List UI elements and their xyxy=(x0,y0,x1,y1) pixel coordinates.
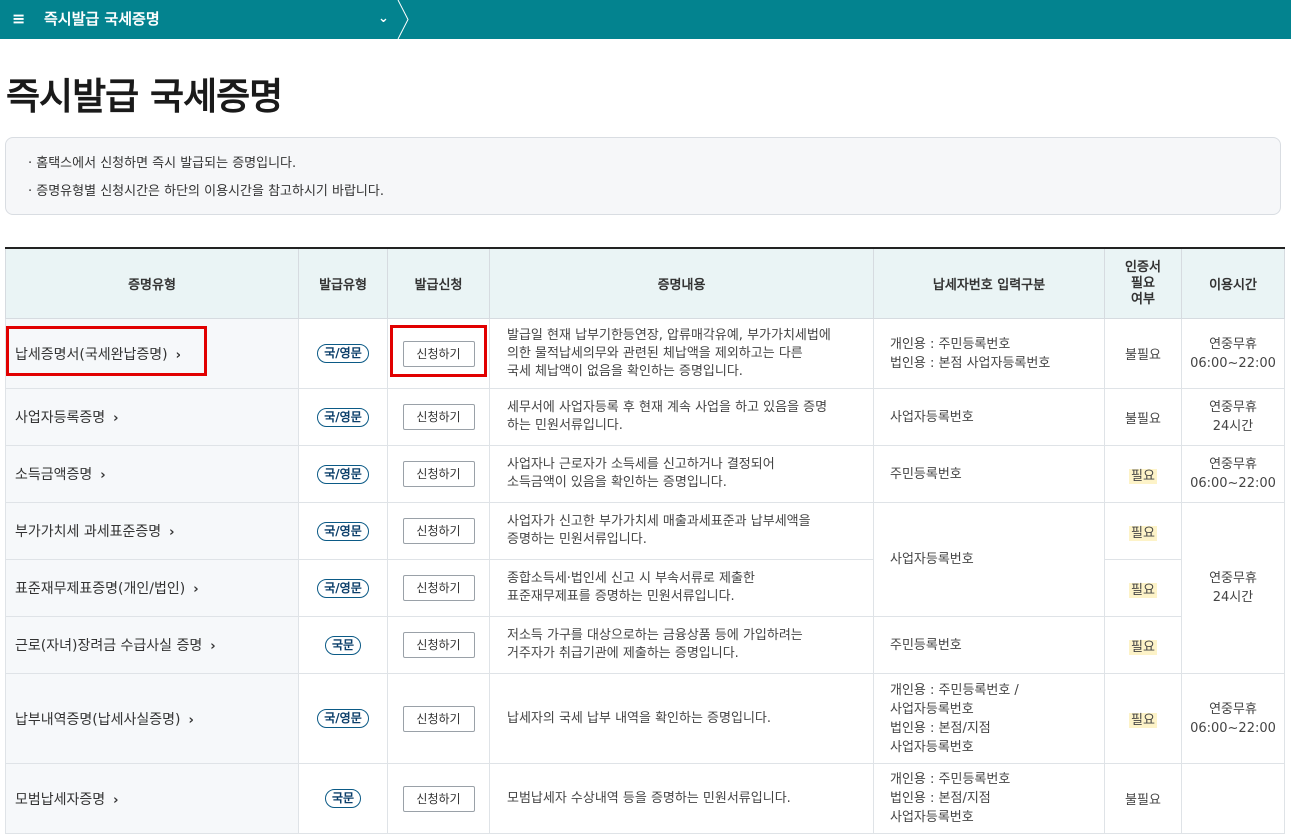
header-issue-type: 발급유형 xyxy=(298,247,388,319)
tin-type: 개인용 : 주민등록번호 / 사업자등록번호 법인용 : 본점/지점 사업자등록… xyxy=(873,673,1105,764)
apply-button[interactable]: 신청하기 xyxy=(402,785,475,812)
header-content: 증명내용 xyxy=(489,247,874,319)
header-cert-needed: 인증서 필요 여부 xyxy=(1104,247,1182,319)
hours: 연중무휴 06:00~22:00 xyxy=(1181,445,1285,503)
apply-button[interactable]: 신청하기 xyxy=(402,518,475,544)
issue-type-badge: 국/영문 xyxy=(317,407,369,427)
cert-name: 부가가치세 과세표준증명 xyxy=(15,524,162,540)
cert-name: 표준재무제표증명(개인/법인) xyxy=(15,581,186,597)
table-row: 납세증명서(국세완납증명) › 국/영문 신청하기 발급일 현재 납부기한등연장,… xyxy=(5,318,1285,389)
cert-needed: 불필요 xyxy=(1125,411,1161,427)
chevron-right-icon: › xyxy=(193,582,199,597)
chevron-right-icon: › xyxy=(210,639,216,654)
table-row: 납부내역증명(납세사실증명) › 국/영문 신청하기 납세자의 국세 납부 내역을… xyxy=(5,673,1285,764)
header-tin-type: 납세자번호 입력구분 xyxy=(873,247,1105,319)
cert-link-earned-income-credit[interactable]: 근로(자녀)장려금 수급사실 증명 › xyxy=(5,616,299,674)
cert-link-income-amount[interactable]: 소득금액증명 › xyxy=(5,445,299,503)
cert-link-vat-tax-base[interactable]: 부가가치세 과세표준증명 › xyxy=(5,502,299,560)
hours xyxy=(1181,763,1285,834)
issue-type-badge: 국문 xyxy=(324,789,362,808)
cert-description: 저소득 가구를 대상으로하는 금융상품 등에 가입하려는 거주자가 취급기관에 … xyxy=(489,616,874,674)
table-row: 사업자등록증명 › 국/영문 신청하기 세무서에 사업자등록 후 현재 계속 사업… xyxy=(5,388,1285,446)
notice-line: · 홈택스에서 신청하면 즉시 발급되는 증명입니다. xyxy=(28,156,297,171)
tin-type: 개인용 : 주민등록번호 법인용 : 본점 사업자등록번호 xyxy=(873,318,1105,389)
cert-link-financial-statements[interactable]: 표준재무제표증명(개인/법인) › xyxy=(5,559,299,617)
notice-line: · 증명유형별 신청시간은 하단의 이용시간을 참고하시기 바랍니다. xyxy=(28,184,384,199)
issue-type-badge: 국/영문 xyxy=(317,709,369,728)
cert-needed: 필요 xyxy=(1129,713,1157,728)
cert-needed: 불필요 xyxy=(1125,348,1161,363)
cert-description: 종합소득세·법인세 신고 시 부속서류로 제출한 표준재무제표를 증명하는 민원… xyxy=(489,559,874,617)
hamburger-icon[interactable]: ≡ xyxy=(12,9,28,29)
apply-button[interactable]: 신청하기 xyxy=(402,632,475,658)
apply-button[interactable]: 신청하기 xyxy=(402,575,475,601)
tin-type: 사업자등록번호 xyxy=(873,388,1105,446)
cert-name: 근로(자녀)장려금 수급사실 증명 xyxy=(15,638,203,654)
table-row: 부가가치세 과세표준증명 › 국/영문 신청하기 사업자가 신고한 부가가치세 매… xyxy=(5,502,1285,674)
cert-needed: 필요 xyxy=(1129,639,1157,655)
chevron-right-icon: › xyxy=(169,525,175,540)
apply-button[interactable]: 신청하기 xyxy=(402,461,475,487)
issue-type-badge: 국문 xyxy=(324,635,362,655)
hours: 연중무휴 06:00~22:00 xyxy=(1181,318,1285,389)
cert-needed: 필요 xyxy=(1129,525,1157,541)
cert-name: 납부내역증명(납세사실증명) xyxy=(15,711,181,728)
cert-link-business-registration[interactable]: 사업자등록증명 › xyxy=(5,388,299,446)
header-apply: 발급신청 xyxy=(387,247,490,319)
chevron-right-icon: › xyxy=(100,468,106,483)
cert-needed: 불필요 xyxy=(1125,793,1161,808)
cert-link-model-taxpayer[interactable]: 모범납세자증명 › xyxy=(5,763,299,834)
cert-description: 세무서에 사업자등록 후 현재 계속 사업을 하고 있음을 증명 하는 민원서류… xyxy=(489,388,874,446)
tin-type: 사업자등록번호 xyxy=(873,502,1105,617)
certificate-table: 증명유형 발급유형 발급신청 증명내용 납세자번호 입력구분 인증서 필요 여부… xyxy=(5,247,1285,834)
hours: 연중무휴 24시간 xyxy=(1181,502,1285,674)
header-hours: 이용시간 xyxy=(1181,247,1285,319)
chevron-right-icon: › xyxy=(113,792,119,808)
chevron-right-icon: › xyxy=(188,712,194,728)
cert-description: 사업자나 근로자가 소득세를 신고하거나 결정되어 소득금액이 있음을 확인하는… xyxy=(489,445,874,503)
hours: 연중무휴 24시간 xyxy=(1181,388,1285,446)
chevron-right-icon: › xyxy=(175,347,181,363)
chevron-down-icon[interactable]: ⌄ xyxy=(378,8,389,30)
cert-name: 모범납세자증명 xyxy=(15,791,106,808)
tin-type: 주민등록번호 xyxy=(873,445,1105,503)
cert-link-tax-payment[interactable]: 납세증명서(국세완납증명) › xyxy=(5,318,299,389)
apply-button[interactable]: 신청하기 xyxy=(402,404,475,430)
issue-type-badge: 국/영문 xyxy=(317,578,369,598)
cert-name: 사업자등록증명 xyxy=(15,410,106,426)
issue-type-badge: 국/영문 xyxy=(317,521,369,541)
table-row: 소득금액증명 › 국/영문 신청하기 사업자나 근로자가 소득세를 신고하거나 결… xyxy=(5,445,1285,503)
cert-needed: 필요 xyxy=(1129,582,1157,598)
cert-link-payment-history[interactable]: 납부내역증명(납세사실증명) › xyxy=(5,673,299,764)
top-nav-bar: ≡ 즉시발급 국세증명 ⌄ xyxy=(0,0,1291,39)
cert-description: 사업자가 신고한 부가가치세 매출과세표준과 납부세액을 증명하는 민원서류입니… xyxy=(489,502,874,560)
table-row: 모범납세자증명 › 국문 신청하기 모범납세자 수상내역 등을 증명하는 민원서류… xyxy=(5,763,1285,834)
cert-description: 발급일 현재 납부기한등연장, 압류매각유예, 부가가치세법에 의한 물적납세의… xyxy=(489,318,874,389)
tin-type: 개인용 : 주민등록번호 법인용 : 본점/지점 사업자등록번호 xyxy=(873,763,1105,834)
notice-box: · 홈택스에서 신청하면 즉시 발급되는 증명입니다. · 증명유형별 신청시간… xyxy=(5,137,1281,215)
apply-button[interactable]: 신청하기 xyxy=(402,340,475,367)
breadcrumb-separator-icon xyxy=(397,0,409,39)
cert-needed: 필요 xyxy=(1129,468,1157,484)
cert-name: 납세증명서(국세완납증명) xyxy=(15,346,168,363)
issue-type-badge: 국/영문 xyxy=(317,464,369,484)
page-title: 즉시발급 국세증명 xyxy=(6,75,283,118)
cert-name: 소득금액증명 xyxy=(15,467,93,483)
apply-button[interactable]: 신청하기 xyxy=(402,705,475,732)
cert-description: 납세자의 국세 납부 내역을 확인하는 증명입니다. xyxy=(489,673,874,764)
header-type: 증명유형 xyxy=(5,247,299,319)
tin-type: 주민등록번호 xyxy=(873,616,1105,674)
table-header-row: 증명유형 발급유형 발급신청 증명내용 납세자번호 입력구분 인증서 필요 여부… xyxy=(5,247,1285,319)
chevron-right-icon: › xyxy=(113,411,119,426)
cert-description: 모범납세자 수상내역 등을 증명하는 민원서류입니다. xyxy=(489,763,874,834)
issue-type-badge: 국/영문 xyxy=(317,344,369,363)
table-row: 근로(자녀)장려금 수급사실 증명 › 국문 신청하기 저소득 가구를 대상으로하… xyxy=(5,616,1285,674)
breadcrumb[interactable]: 즉시발급 국세증명 xyxy=(44,9,160,29)
hours: 연중무휴 06:00~22:00 xyxy=(1181,673,1285,764)
